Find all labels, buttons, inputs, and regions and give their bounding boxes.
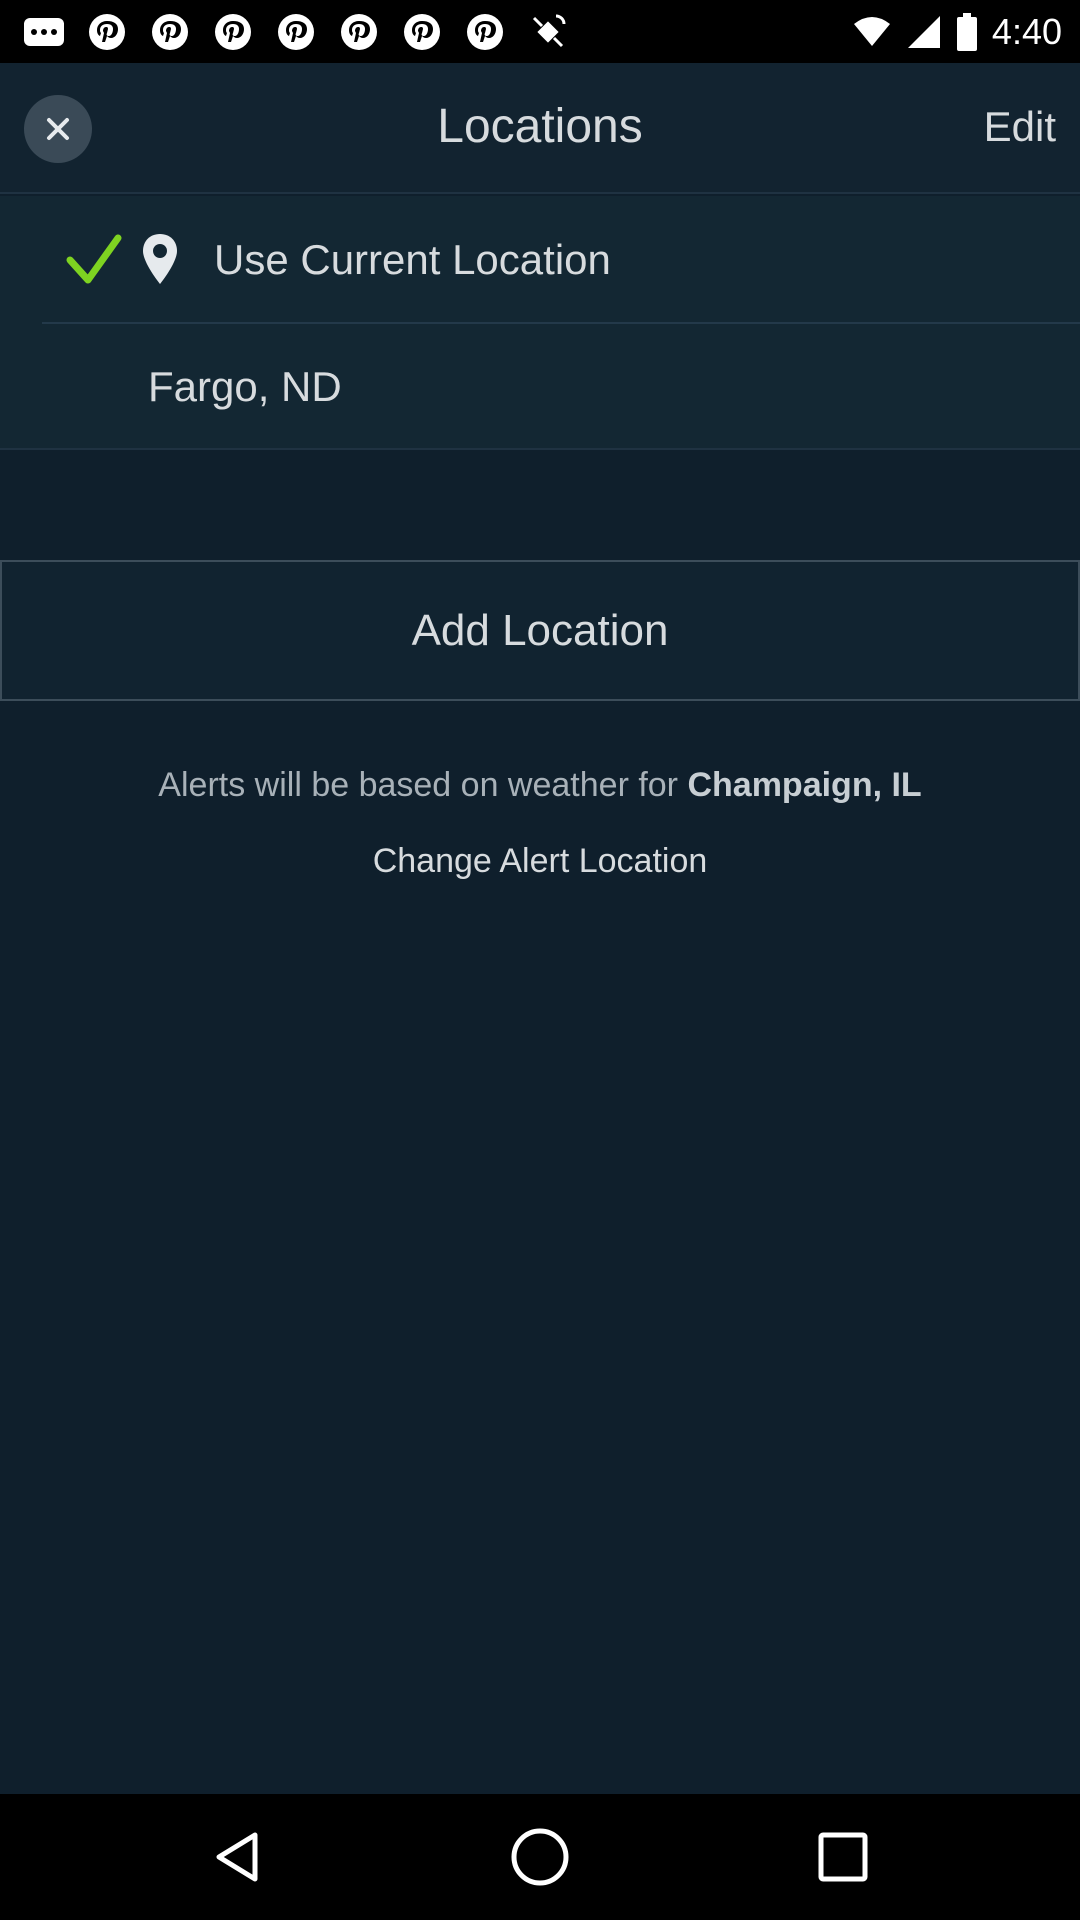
add-location-button[interactable]: Add Location [0, 560, 1080, 701]
status-bar: 4:40 [0, 0, 1080, 63]
location-pin-icon [143, 234, 177, 284]
system-nav-bar [0, 1794, 1080, 1920]
notification-icons [22, 10, 589, 54]
recent-apps-square-icon [818, 1832, 868, 1882]
list-item-current-location[interactable]: Use Current Location [0, 196, 1080, 324]
pinterest-icon [463, 10, 507, 54]
battery-icon [956, 12, 978, 52]
checkmark-icon [66, 234, 122, 284]
change-alert-location-link[interactable]: Change Alert Location [0, 842, 1080, 881]
alert-location: Champaign, IL [687, 766, 922, 804]
pinterest-icon [85, 10, 129, 54]
pinterest-icon [148, 10, 192, 54]
system-icons: 4:40 [838, 10, 1062, 54]
back-triangle-icon [216, 1832, 258, 1882]
status-clock: 4:40 [991, 11, 1062, 52]
locations-list: Use Current Location Fargo, ND [0, 196, 1080, 450]
pinterest-icon [400, 10, 444, 54]
recent-apps-button[interactable] [763, 1794, 923, 1920]
alert-prefix: Alerts will be based on weather for [158, 766, 679, 804]
more-notifications-icon [22, 10, 66, 54]
cellular-signal-icon [906, 12, 942, 52]
alert-info-text: Alerts will be based on weather for Cham… [0, 766, 1080, 805]
page-title: Locations [437, 100, 643, 153]
pinterest-icon [337, 10, 381, 54]
location-label: Use Current Location [214, 236, 611, 283]
pinterest-icon [274, 10, 318, 54]
wifi-icon [852, 12, 892, 52]
location-label: Fargo, ND [148, 363, 342, 410]
home-button[interactable] [460, 1794, 620, 1920]
pinterest-icon [211, 10, 255, 54]
list-item-location[interactable]: Fargo, ND [0, 323, 1080, 450]
edit-button[interactable]: Edit [984, 103, 1056, 151]
home-circle-icon [511, 1828, 569, 1886]
app-header: Locations Edit [0, 63, 1080, 194]
satellite-icon [526, 10, 570, 54]
back-button[interactable] [157, 1794, 317, 1920]
